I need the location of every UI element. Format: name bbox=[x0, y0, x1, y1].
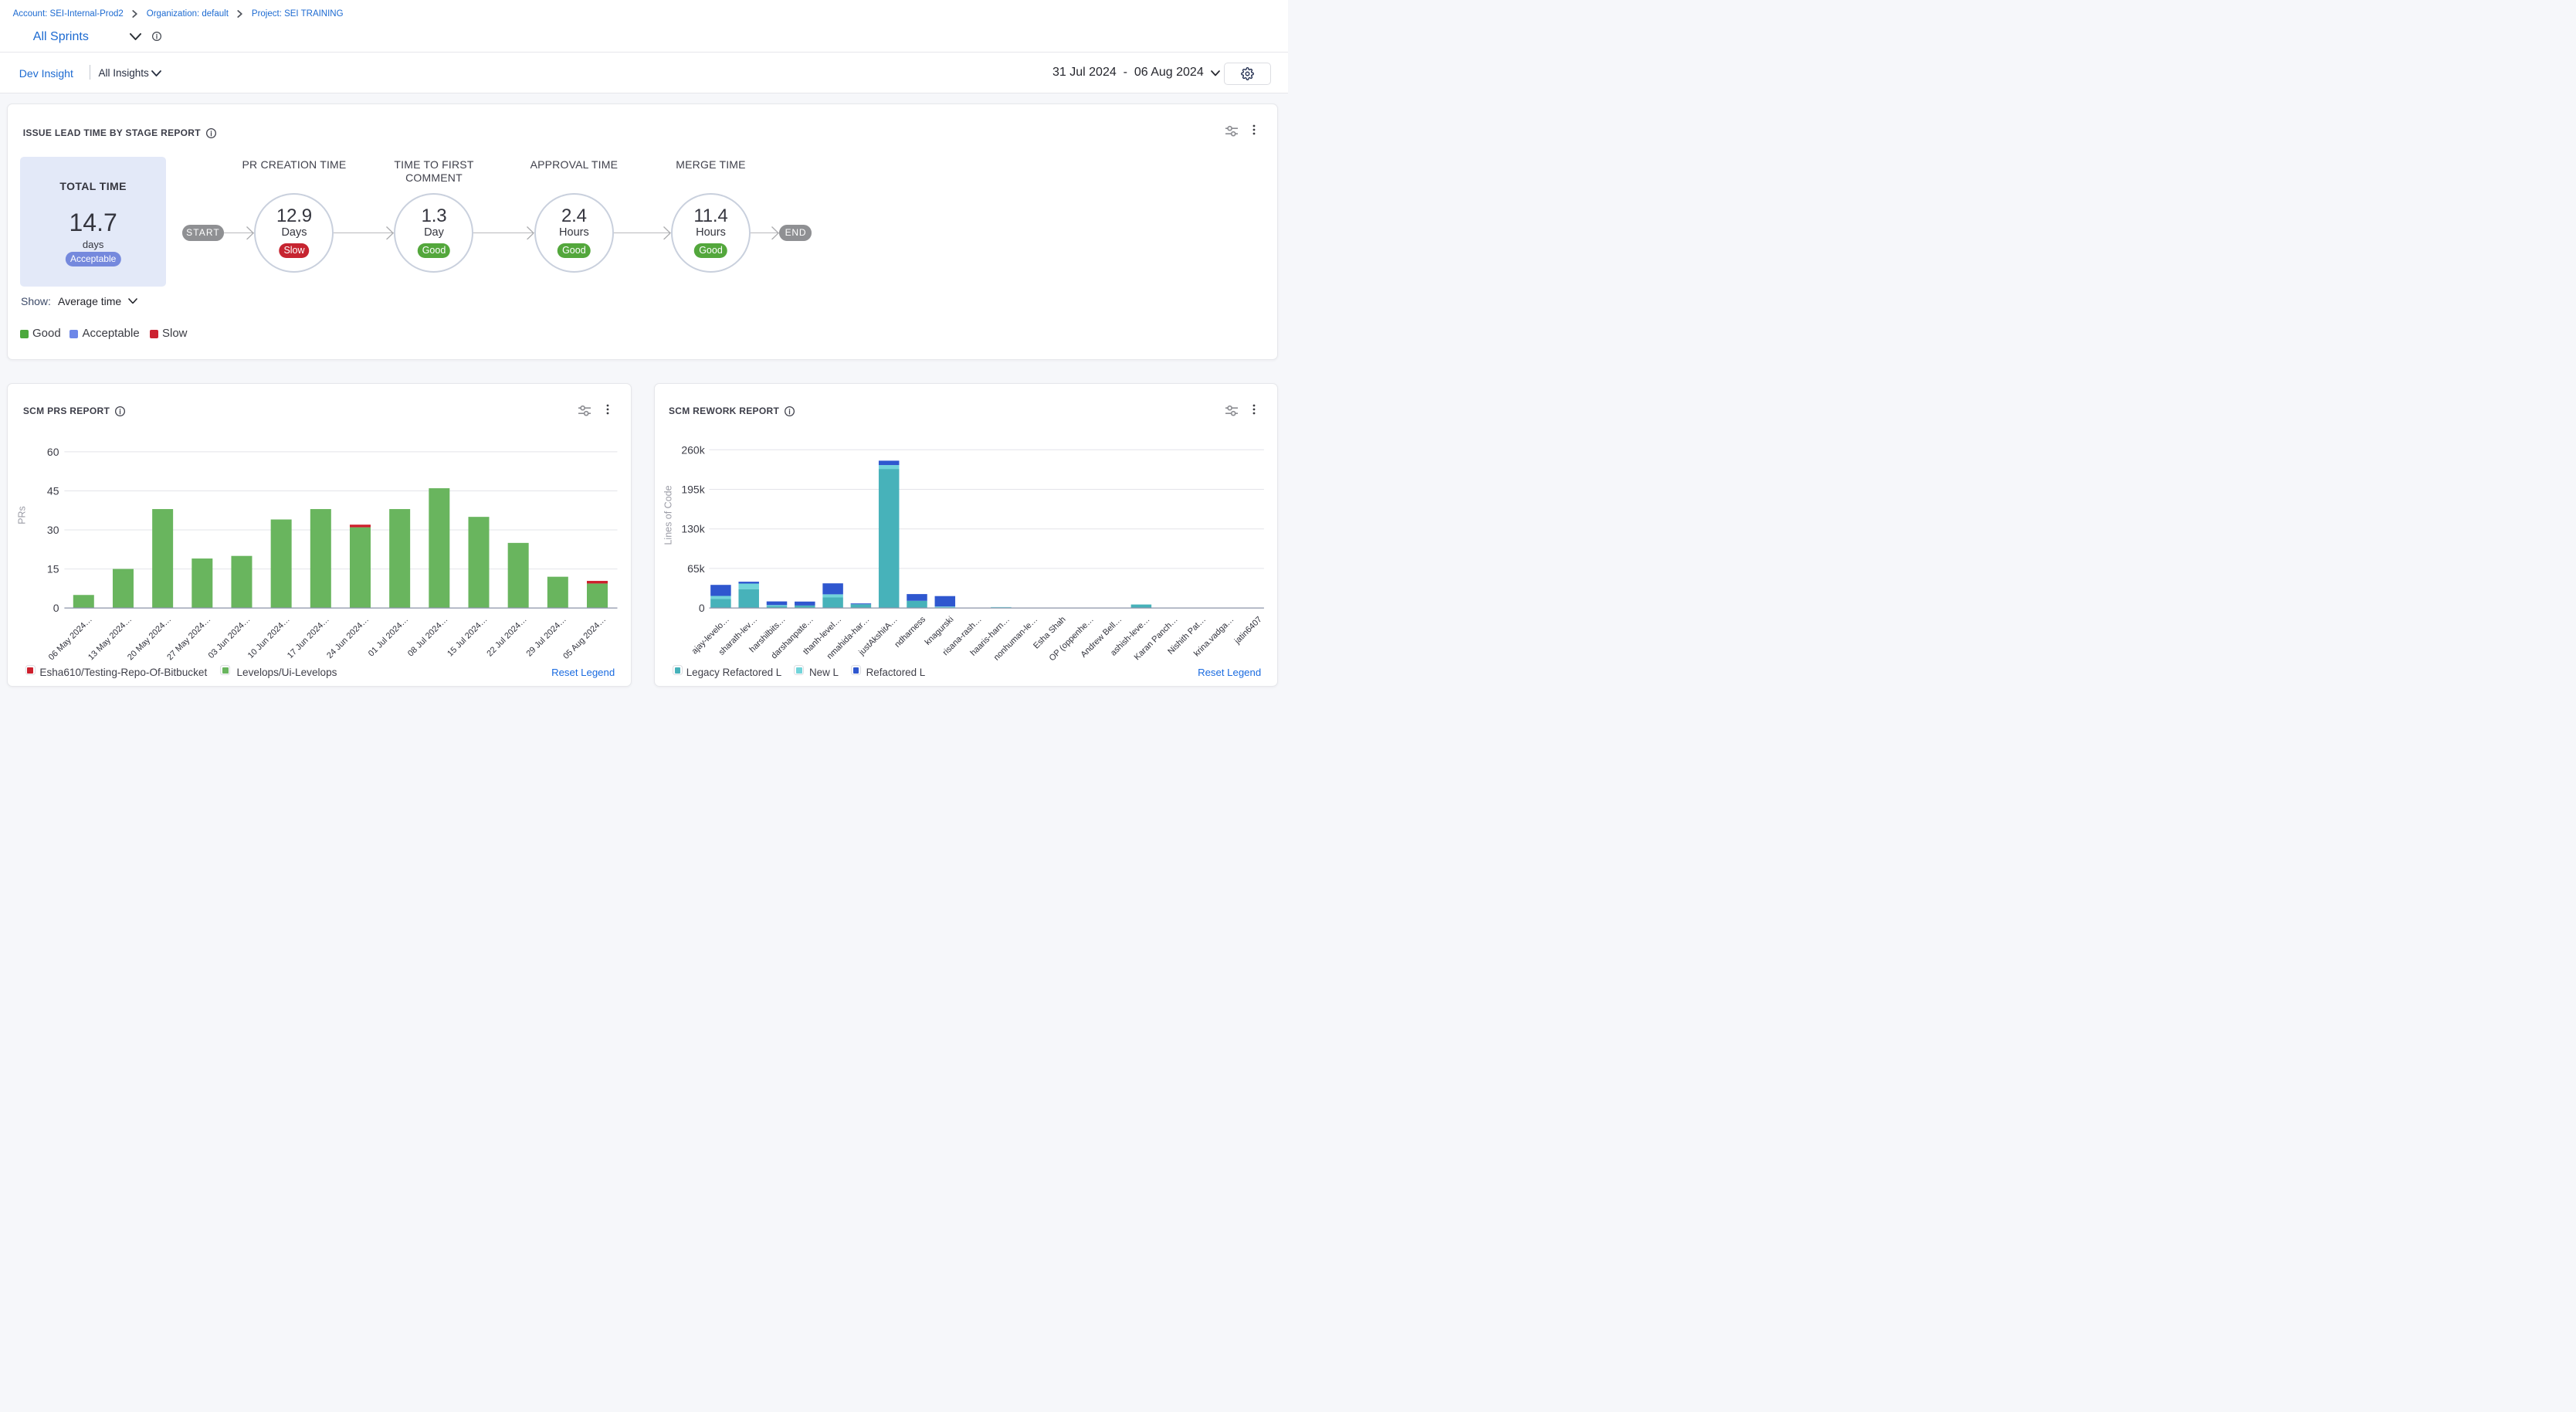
svg-text:24 Jun 2024…: 24 Jun 2024… bbox=[325, 615, 371, 660]
svg-text:260k: 260k bbox=[682, 443, 706, 456]
svg-text:jatin6407: jatin6407 bbox=[1232, 615, 1264, 647]
svg-text:0: 0 bbox=[53, 602, 59, 614]
svg-text:29 Jul 2024…: 29 Jul 2024… bbox=[525, 615, 568, 658]
svg-text:45: 45 bbox=[47, 484, 59, 497]
svg-text:01 Jul 2024…: 01 Jul 2024… bbox=[367, 615, 410, 658]
svg-text:30: 30 bbox=[47, 524, 59, 536]
svg-text:15 Jul 2024…: 15 Jul 2024… bbox=[446, 615, 489, 658]
svg-text:60: 60 bbox=[47, 446, 59, 458]
svg-text:130k: 130k bbox=[682, 523, 706, 535]
svg-text:22 Jul 2024…: 22 Jul 2024… bbox=[486, 615, 529, 658]
svg-text:ndharness: ndharness bbox=[893, 615, 928, 650]
svg-text:PRs: PRs bbox=[16, 506, 27, 524]
svg-text:195k: 195k bbox=[682, 483, 706, 495]
svg-text:65k: 65k bbox=[688, 562, 707, 575]
svg-text:0: 0 bbox=[699, 602, 705, 614]
svg-text:Lines of Code: Lines of Code bbox=[663, 485, 674, 545]
svg-text:08 Jul 2024…: 08 Jul 2024… bbox=[406, 615, 449, 658]
svg-text:15: 15 bbox=[47, 562, 59, 575]
svg-text:05 Aug 2024…: 05 Aug 2024… bbox=[561, 615, 608, 661]
